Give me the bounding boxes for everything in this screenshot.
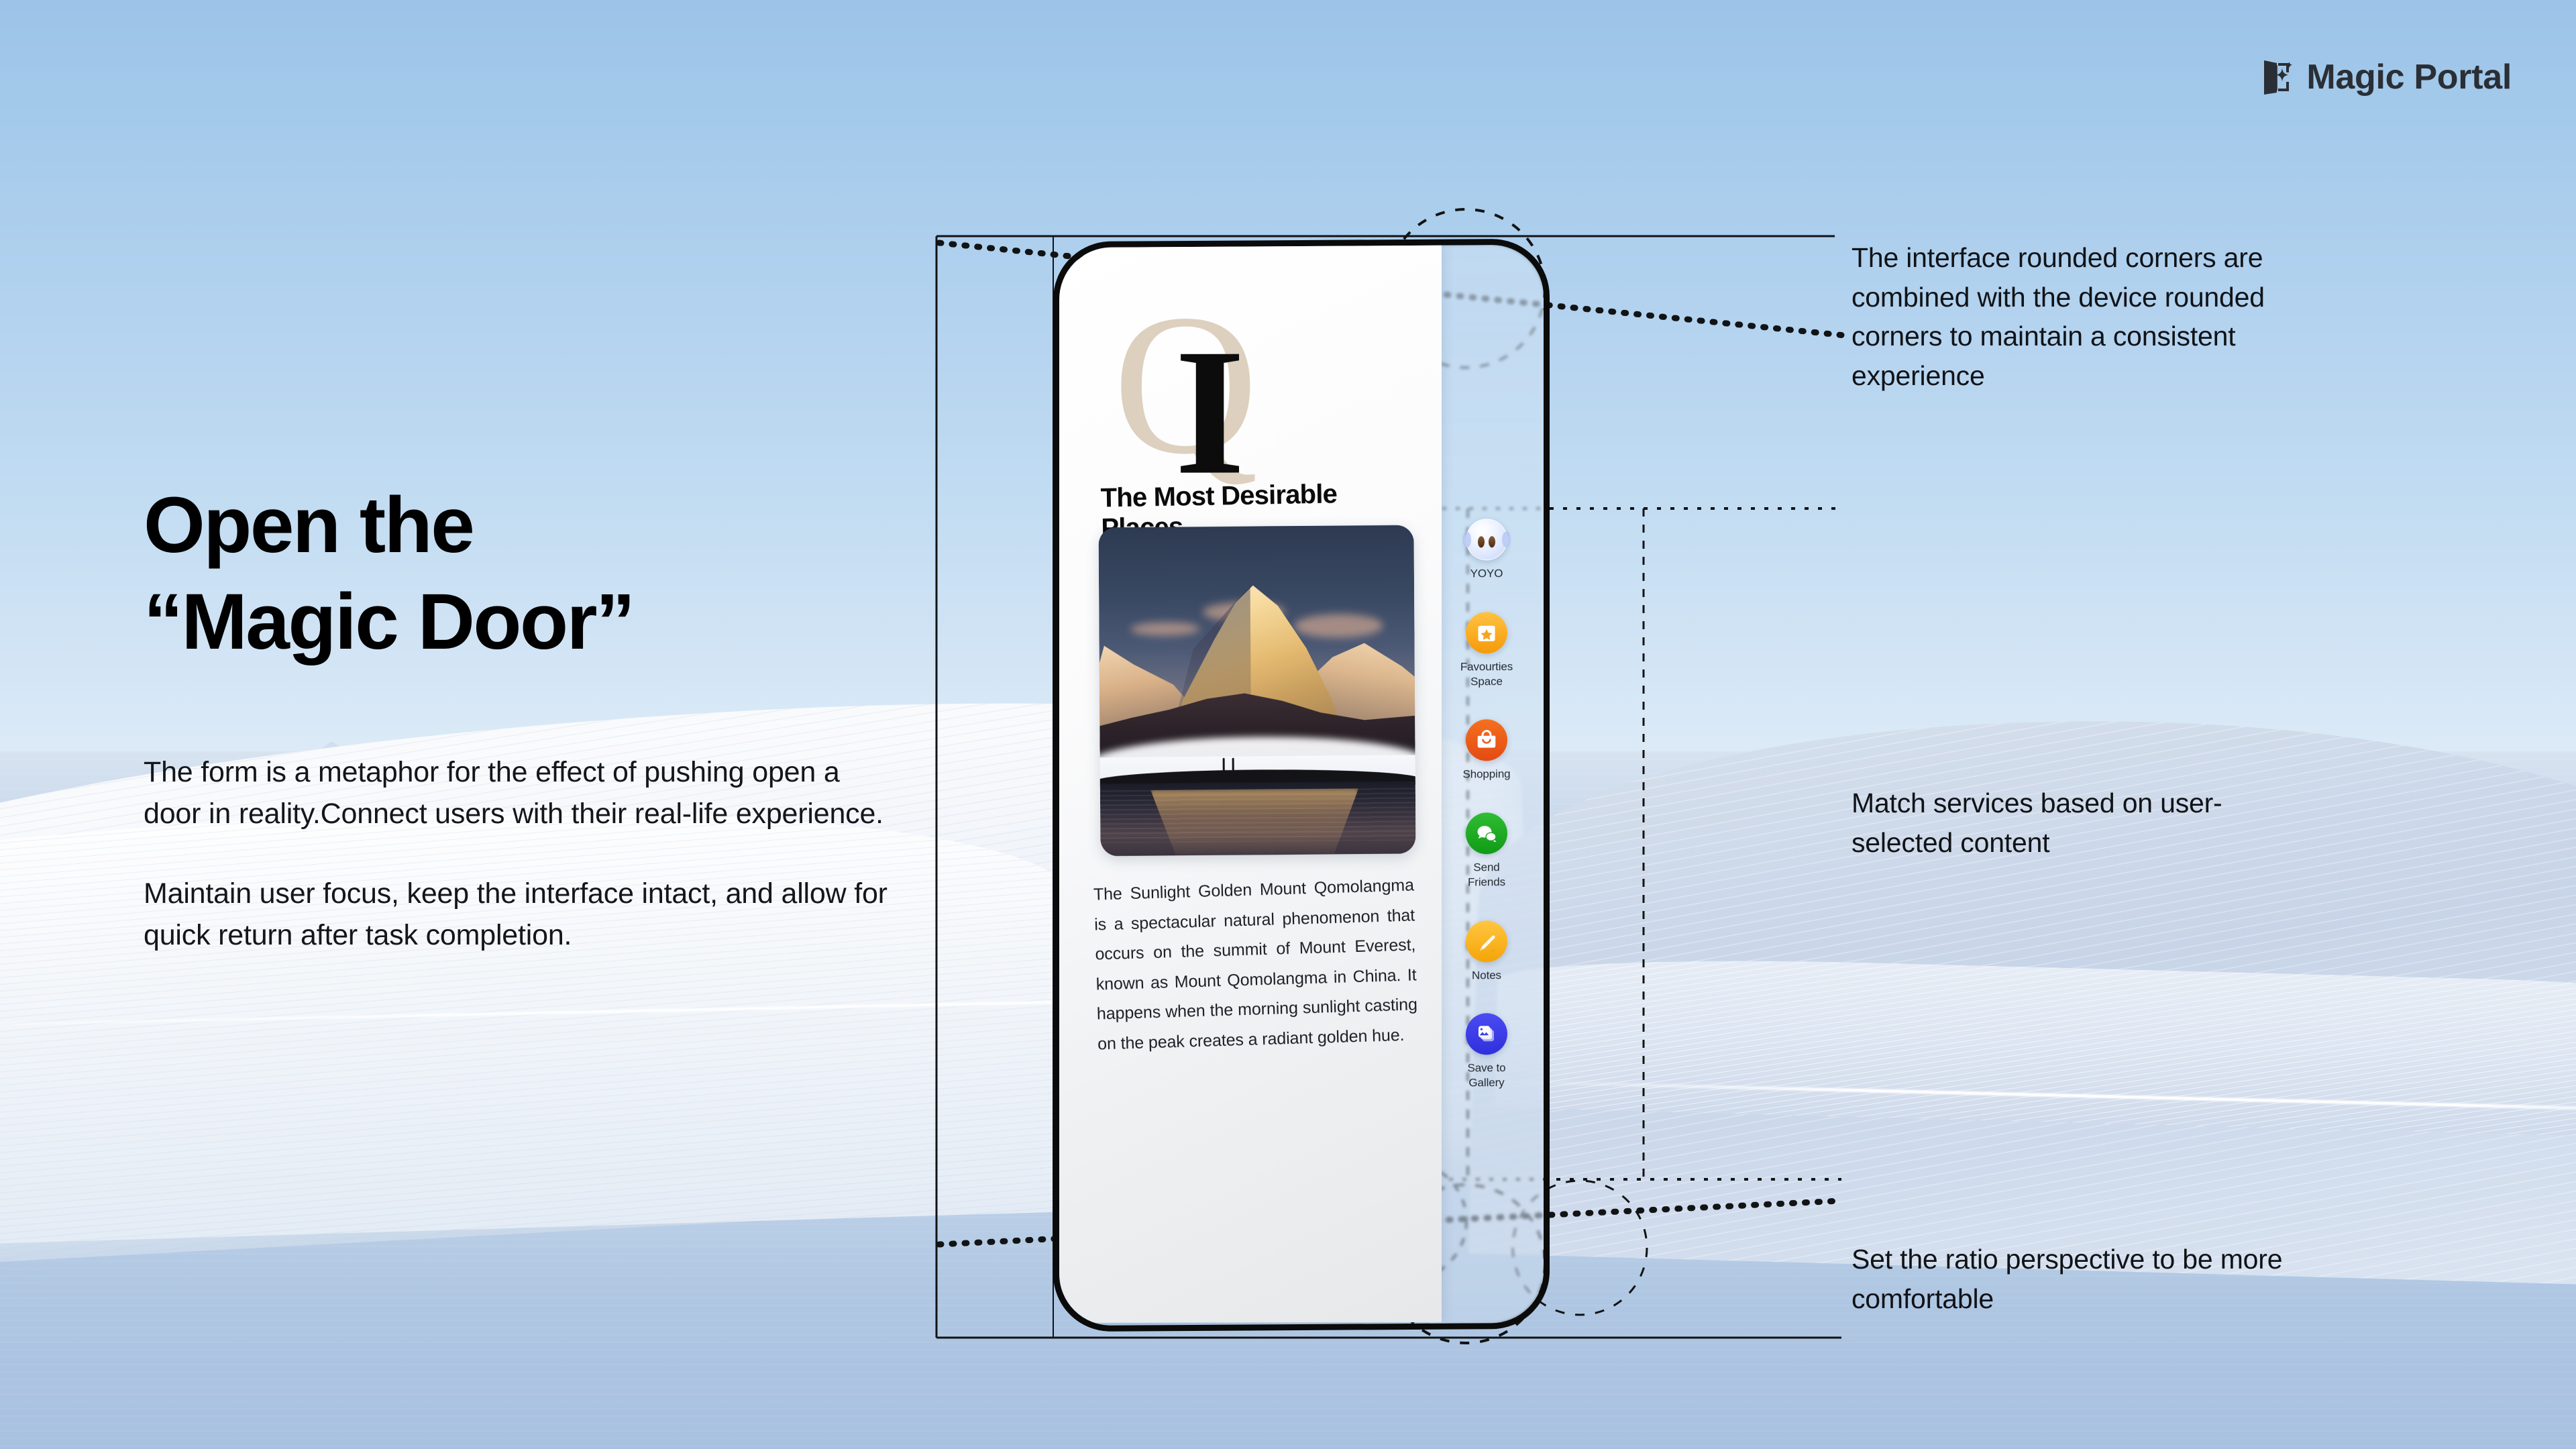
photo-silhouette-figures — [1222, 758, 1242, 775]
headline-line-2: “Magic Door” — [144, 577, 635, 666]
magic-portal-door-sparkle-icon — [2264, 60, 2293, 95]
annotation-ratio-perspective: Set the ratio perspective to be more com… — [1851, 1244, 2283, 1314]
favourites-star-card-icon[interactable] — [1466, 611, 1507, 654]
shopping-bag-icon[interactable] — [1466, 719, 1507, 761]
services-rail: YOYO Favourties Space Shopping Send Frie… — [1430, 245, 1544, 1324]
body-paragraph-1: The form is a metaphor for the effect of… — [144, 755, 883, 830]
chat-bubbles-icon[interactable] — [1466, 812, 1507, 855]
rail-label-favourites-space: Favourties Space — [1460, 659, 1513, 688]
annotation-match-services: Match services based on user-selected co… — [1851, 788, 2222, 858]
left-copy-block: Open the “Magic Door” The form is a meta… — [144, 478, 935, 956]
brand-logo: Magic Portal — [2262, 57, 2512, 97]
rail-label-shopping: Shopping — [1462, 767, 1511, 781]
dropcap-i: I — [1175, 311, 1246, 513]
photo-water-ripples — [1099, 788, 1416, 843]
brand-name: Magic Portal — [2306, 58, 2512, 97]
device-screen: Q I The Most Desirable Places — [1059, 244, 1544, 1326]
rail-item-yoyo[interactable]: YOYO — [1436, 519, 1537, 582]
rail-item-save-to-gallery[interactable]: Save to Gallery — [1436, 1013, 1537, 1090]
card-body-text: The Sunlight Golden Mount Qomolangma is … — [1093, 875, 1418, 1053]
poster-canvas: Magic Portal Open the “Magic Door” The f… — [0, 0, 2576, 1449]
pencil-note-icon[interactable] — [1466, 920, 1507, 963]
body-copy: The form is a metaphor for the effect of… — [144, 751, 935, 956]
mountain-photo[interactable] — [1098, 525, 1416, 857]
rail-label-notes: Notes — [1472, 968, 1501, 981]
rail-label-send-friends: Send Friends — [1468, 861, 1505, 889]
magic-portal-card[interactable]: Q I The Most Desirable Places — [1059, 244, 1442, 1323]
rail-label-save-to-gallery: Save to Gallery — [1467, 1061, 1506, 1089]
dropcap-group: Q I — [1113, 272, 1258, 512]
rail-item-shopping[interactable]: Shopping — [1436, 719, 1537, 782]
yoyo-assistant-icon[interactable] — [1466, 519, 1507, 561]
photo-artwork — [1098, 525, 1416, 857]
annotation-rounded-corners: The interface rounded corners are combin… — [1851, 242, 2265, 391]
rail-item-notes[interactable]: Notes — [1436, 920, 1537, 983]
rail-item-favourites-space[interactable]: Favourties Space — [1436, 611, 1537, 689]
photo-stack-icon[interactable] — [1466, 1013, 1507, 1055]
headline-line-1: Open the — [144, 481, 475, 570]
rail-item-send-friends[interactable]: Send Friends — [1436, 812, 1537, 890]
page-title: Open the “Magic Door” — [144, 478, 935, 671]
rail-label-yoyo: YOYO — [1470, 567, 1503, 580]
body-paragraph-2: Maintain user focus, keep the interface … — [144, 877, 888, 951]
device-mockup: Q I The Most Desirable Places — [1053, 238, 1550, 1332]
